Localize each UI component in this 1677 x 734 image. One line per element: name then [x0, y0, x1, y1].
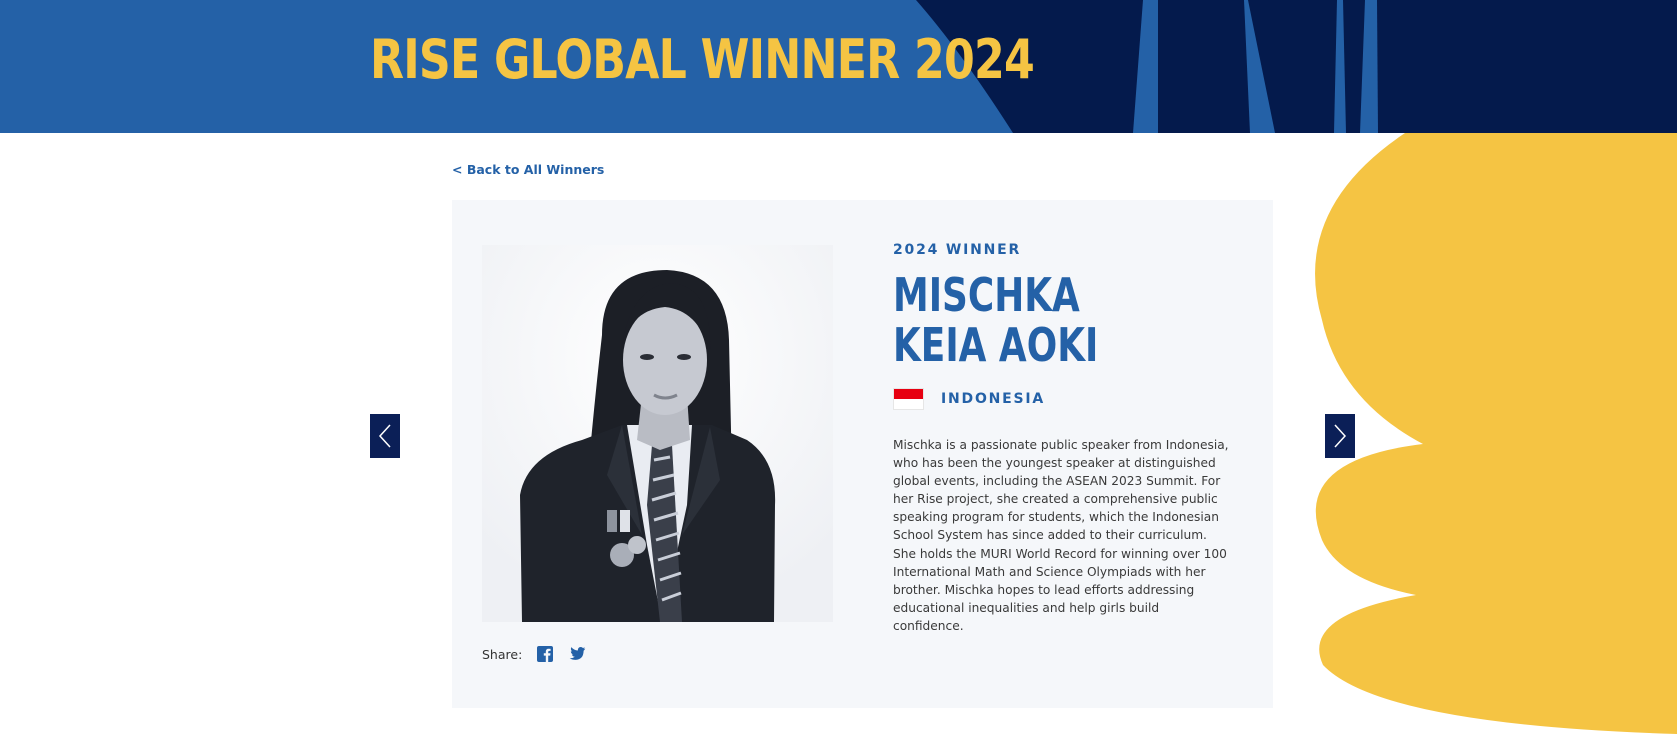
twitter-icon[interactable]: [568, 645, 586, 663]
winner-name-line-1: MISCHKA: [893, 268, 1080, 322]
share-bar: Share:: [482, 645, 600, 663]
indonesia-flag-icon: [893, 388, 924, 410]
share-label: Share:: [482, 646, 523, 662]
winner-card: 2024 WINNER MISCHKA KEIA AOKI INDONESIA …: [452, 200, 1273, 708]
winner-name-line-2: KEIA AOKI: [893, 318, 1099, 372]
chevron-right-icon: [1334, 424, 1347, 448]
country-name: INDONESIA: [941, 391, 1046, 407]
back-to-winners-link[interactable]: < Back to All Winners: [452, 162, 604, 177]
winner-country: INDONESIA: [893, 388, 1243, 410]
next-winner-button[interactable]: [1325, 414, 1355, 458]
chevron-left-icon: [378, 424, 391, 448]
winner-photo: [482, 245, 833, 622]
winner-bio: Mischka is a passionate public speaker f…: [893, 438, 1229, 633]
portrait-image: [482, 245, 833, 622]
previous-winner-button[interactable]: [370, 414, 400, 458]
winner-year-label: 2024 WINNER: [893, 242, 1022, 258]
winner-name: MISCHKA KEIA AOKI: [893, 270, 1166, 370]
facebook-icon[interactable]: [536, 645, 554, 663]
winner-info: 2024 WINNER MISCHKA KEIA AOKI INDONESIA …: [893, 242, 1243, 635]
